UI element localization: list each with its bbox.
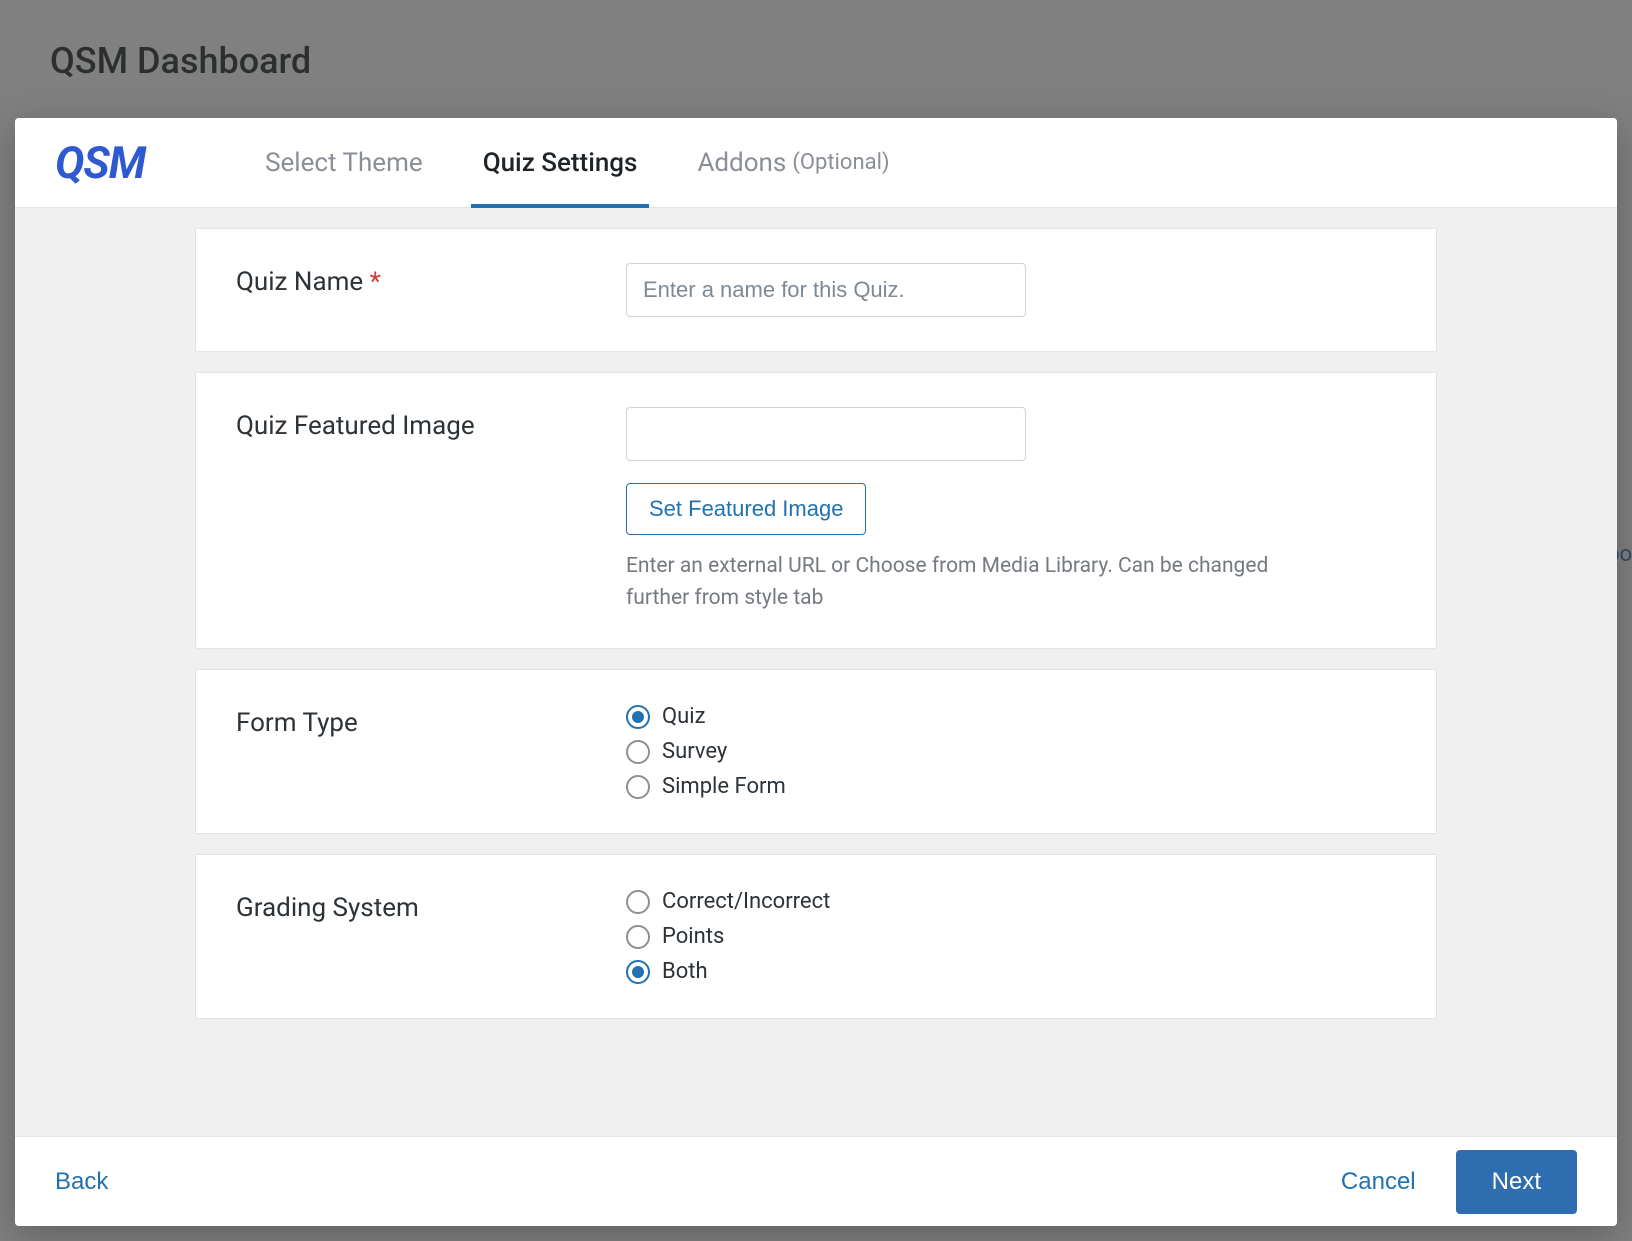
radio-label: Survey [662,739,727,764]
panel-form-type: Form Type Quiz Survey Simple Form [195,669,1437,834]
wizard-tabs: Select Theme Quiz Settings Addons (Optio… [265,118,890,207]
grading-option-points[interactable]: Points [626,924,1396,949]
radio-icon [626,890,650,914]
featured-image-label: Quiz Featured Image [236,407,626,441]
next-button[interactable]: Next [1456,1150,1577,1214]
quiz-name-label: Quiz Name * [236,263,626,297]
required-indicator: * [370,267,381,297]
radio-label: Correct/Incorrect [662,889,830,914]
tab-label: Select Theme [265,148,423,178]
radio-label: Points [662,924,724,949]
radio-icon [626,705,650,729]
modal-footer: Back Cancel Next [15,1136,1617,1226]
panel-grading-system: Grading System Correct/Incorrect Points … [195,854,1437,1019]
form-type-option-simple-form[interactable]: Simple Form [626,774,1396,799]
featured-image-field: Set Featured Image Enter an external URL… [626,407,1396,614]
radio-icon [626,925,650,949]
radio-label: Both [662,959,708,984]
quiz-wizard-modal: QSM Select Theme Quiz Settings Addons (O… [15,118,1617,1226]
grading-system-label: Grading System [236,889,626,923]
tab-select-theme[interactable]: Select Theme [265,118,423,207]
grading-system-options: Correct/Incorrect Points Both [626,889,1396,984]
grading-option-correct-incorrect[interactable]: Correct/Incorrect [626,889,1396,914]
radio-icon [626,960,650,984]
modal-body[interactable]: Quiz Name * Quiz Featured Image Set Feat… [15,208,1617,1136]
featured-image-hint: Enter an external URL or Choose from Med… [626,551,1326,614]
tab-optional-label: (Optional) [792,150,889,175]
modal-overlay: QSM Select Theme Quiz Settings Addons (O… [0,0,1632,1241]
form-type-option-survey[interactable]: Survey [626,739,1396,764]
featured-image-input[interactable] [626,407,1026,461]
quiz-name-field [626,263,1396,317]
quiz-name-input[interactable] [626,263,1026,317]
panel-quiz-name: Quiz Name * [195,228,1437,352]
field-label-text: Quiz Name [236,267,363,297]
cancel-button[interactable]: Cancel [1341,1168,1416,1196]
set-featured-image-button[interactable]: Set Featured Image [626,483,866,535]
form-type-option-quiz[interactable]: Quiz [626,704,1396,729]
tab-quiz-settings[interactable]: Quiz Settings [483,118,638,207]
radio-icon [626,775,650,799]
form-type-options: Quiz Survey Simple Form [626,704,1396,799]
radio-icon [626,740,650,764]
form-type-label: Form Type [236,704,626,738]
radio-label: Simple Form [662,774,786,799]
qsm-logo: QSM [55,137,145,189]
panel-featured-image: Quiz Featured Image Set Featured Image E… [195,372,1437,649]
radio-label: Quiz [662,704,706,729]
modal-header: QSM Select Theme Quiz Settings Addons (O… [15,118,1617,208]
tab-label: Quiz Settings [483,148,638,178]
back-button[interactable]: Back [55,1168,108,1196]
tab-label: Addons [697,148,786,178]
tab-addons[interactable]: Addons (Optional) [697,118,889,207]
grading-option-both[interactable]: Both [626,959,1396,984]
